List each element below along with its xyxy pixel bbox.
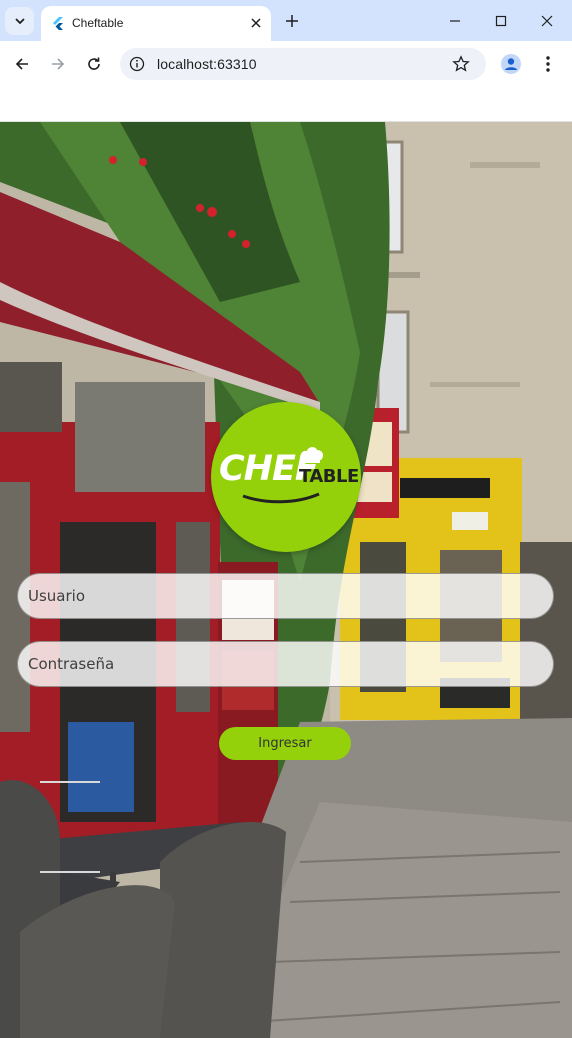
- new-tab-button[interactable]: [281, 10, 303, 32]
- browser-toolbar: localhost:63310: [0, 41, 572, 87]
- reload-button[interactable]: [82, 52, 106, 76]
- window-close-button[interactable]: [534, 8, 560, 34]
- tab-strip: Cheftable: [0, 0, 572, 41]
- menu-icon: [546, 56, 550, 72]
- cheftable-logo: CHEF TABLE: [211, 402, 361, 552]
- close-icon: [251, 18, 261, 28]
- star-icon[interactable]: [452, 55, 470, 73]
- browser-window: Cheftable localhost:63310 CHEF TABLE Usu…: [0, 0, 572, 1038]
- tab-title: Cheftable: [72, 16, 124, 30]
- reload-icon: [88, 57, 100, 70]
- username-input[interactable]: [28, 574, 543, 618]
- url-text[interactable]: localhost:63310: [157, 56, 257, 72]
- password-input[interactable]: [28, 642, 543, 686]
- page-viewport: CHEF TABLE Ingresar: [0, 122, 572, 1038]
- login-button[interactable]: Ingresar: [219, 727, 351, 760]
- address-bar[interactable]: localhost:63310: [120, 48, 486, 80]
- tab-search-icon: [14, 18, 25, 25]
- maximize-button[interactable]: [488, 8, 514, 34]
- tab-search-button[interactable]: [5, 7, 34, 35]
- profile-icon: [501, 54, 521, 74]
- back-button[interactable]: [10, 52, 34, 76]
- menu-button[interactable]: [536, 52, 560, 76]
- site-info-icon[interactable]: [129, 56, 145, 72]
- profile-button[interactable]: [499, 52, 523, 76]
- back-arrow-icon: [15, 58, 28, 70]
- flutter-favicon-icon: [53, 17, 63, 30]
- toolbar-spacer: [0, 87, 572, 122]
- plus-icon: [286, 15, 298, 27]
- browser-tab[interactable]: Cheftable: [41, 6, 271, 41]
- maximize-icon: [495, 15, 507, 27]
- minimize-icon: [450, 20, 460, 22]
- forward-arrow-icon: [52, 58, 65, 70]
- window-close-icon: [541, 15, 553, 27]
- password-field[interactable]: [17, 641, 554, 687]
- username-field[interactable]: [17, 573, 554, 619]
- tab-close-button[interactable]: [247, 14, 265, 32]
- logo-swoosh: [242, 492, 320, 504]
- logo-table-text: TABLE: [299, 466, 359, 487]
- minimize-button[interactable]: [442, 8, 468, 34]
- forward-button[interactable]: [46, 52, 70, 76]
